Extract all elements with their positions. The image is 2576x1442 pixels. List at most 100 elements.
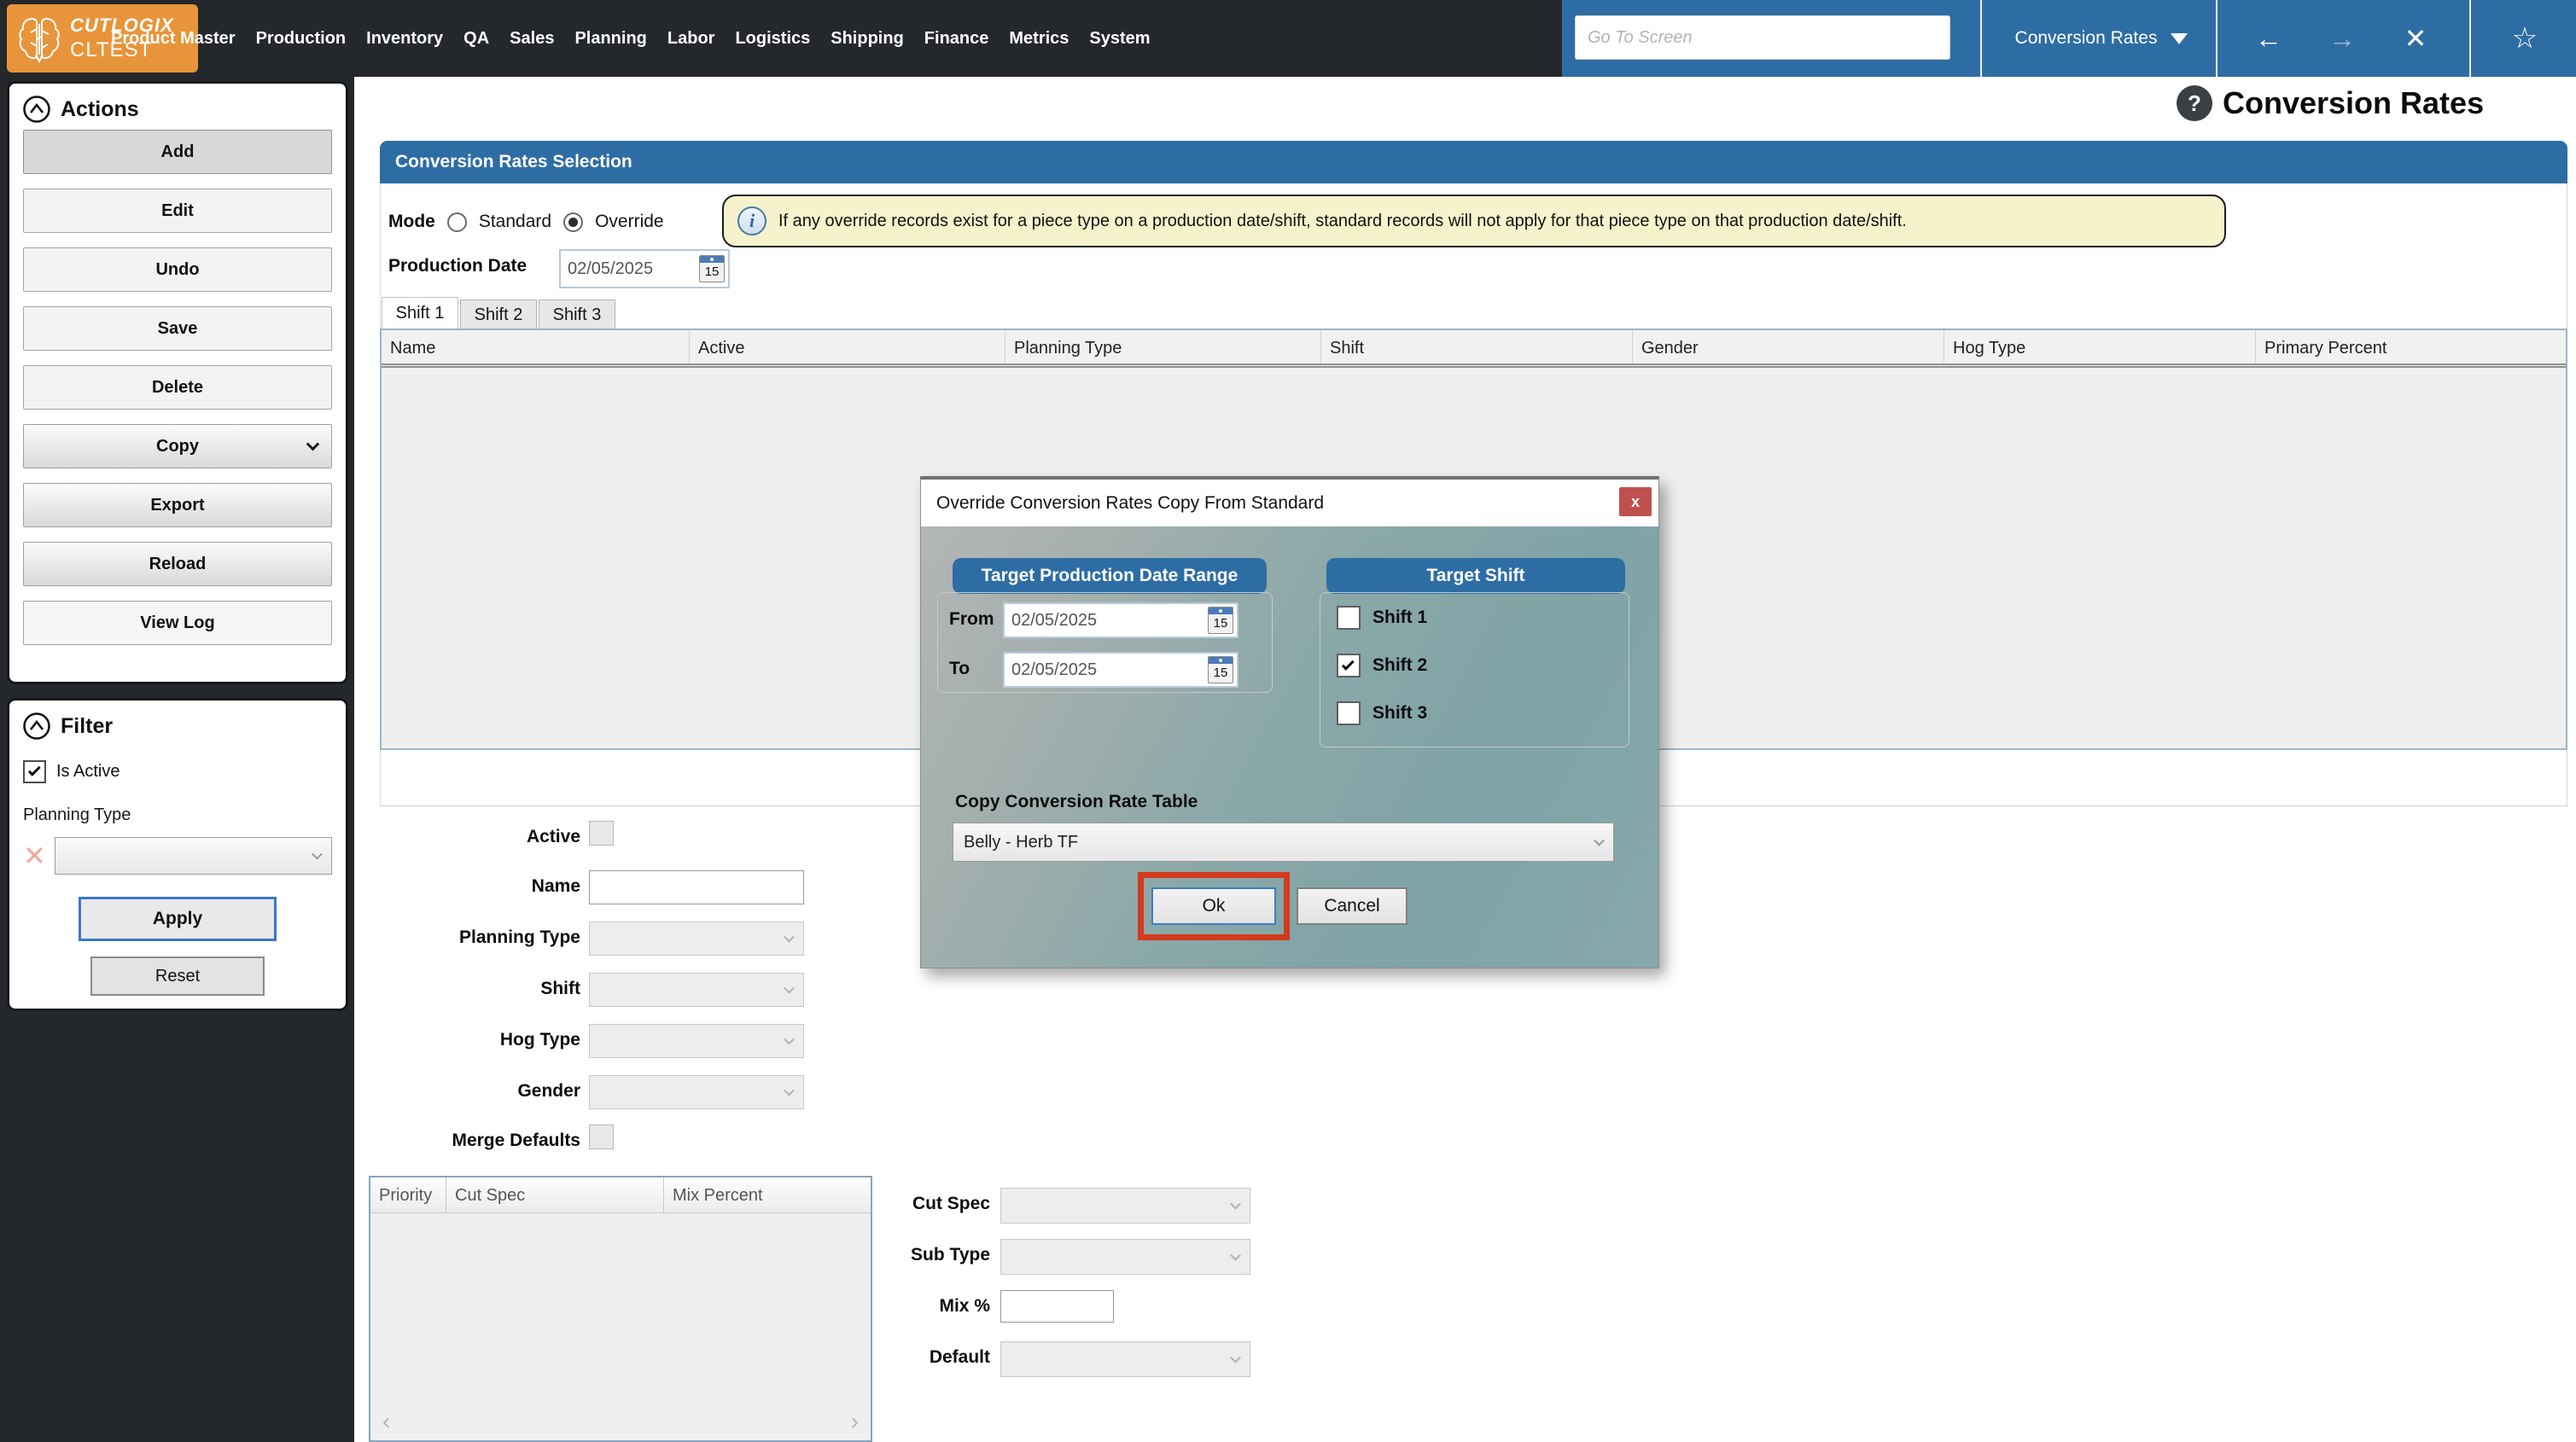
- mix-column-cut-spec[interactable]: Cut Spec: [446, 1177, 663, 1212]
- mode-standard-radio[interactable]: [446, 212, 467, 232]
- from-label: From: [949, 609, 994, 629]
- shift-tabs: Shift 1 Shift 2 Shift 3: [382, 297, 615, 329]
- screen-selector-value: Conversion Rates: [2014, 28, 2158, 48]
- mix-column-priority[interactable]: Priority: [370, 1177, 446, 1212]
- menu-item-logistics[interactable]: Logistics: [735, 29, 810, 49]
- menu-item-metrics[interactable]: Metrics: [1009, 29, 1069, 49]
- chevron-down-icon: [306, 437, 320, 451]
- tab-shift-1[interactable]: Shift 1: [382, 297, 458, 329]
- shift-2-label: Shift 2: [1373, 655, 1428, 675]
- menu-item-sales[interactable]: Sales: [510, 29, 554, 49]
- undo-button[interactable]: Undo: [23, 247, 332, 292]
- back-icon[interactable]: ←: [2245, 0, 2293, 77]
- cut-spec-label: Cut Spec: [912, 1194, 990, 1213]
- override-copy-dialog: Override Conversion Rates Copy From Stan…: [920, 476, 1659, 968]
- column-header-name[interactable]: Name: [382, 330, 689, 363]
- shift-1-checkbox[interactable]: [1337, 606, 1361, 630]
- add-button[interactable]: Add: [23, 130, 332, 174]
- shift-3-checkbox[interactable]: [1337, 701, 1361, 725]
- screen-selector-dropdown[interactable]: Conversion Rates: [1989, 0, 2214, 77]
- production-date-field[interactable]: 02/05/2025 15: [559, 249, 730, 288]
- copy-table-select[interactable]: Belly - Herb TF: [953, 823, 1614, 862]
- mix-percent-input[interactable]: [1000, 1290, 1114, 1323]
- menu-item-qa[interactable]: QA: [463, 29, 489, 49]
- view-log-button[interactable]: View Log: [23, 601, 332, 645]
- apply-filter-button[interactable]: Apply: [79, 897, 277, 941]
- chevron-down-icon: [1594, 834, 1605, 846]
- export-button[interactable]: Export: [23, 483, 332, 527]
- dialog-close-button[interactable]: x: [1619, 487, 1652, 516]
- tab-shift-2[interactable]: Shift 2: [460, 299, 537, 329]
- reload-button[interactable]: Reload: [23, 542, 332, 586]
- is-active-filter[interactable]: Is Active: [23, 760, 332, 783]
- close-screen-icon[interactable]: ✕: [2392, 0, 2439, 77]
- column-header-hog-type[interactable]: Hog Type: [1944, 330, 2255, 363]
- shift-1-option[interactable]: Shift 1: [1337, 606, 1427, 630]
- delete-button[interactable]: Delete: [23, 365, 332, 410]
- grid-next-icon[interactable]: ›: [851, 1408, 859, 1435]
- shift-3-label: Shift 3: [1373, 703, 1428, 723]
- menu-item-product-master[interactable]: Product Master: [111, 29, 236, 49]
- ok-button[interactable]: Ok: [1151, 887, 1276, 925]
- column-header-planning-type[interactable]: Planning Type: [1005, 330, 1320, 363]
- filter-panel-header: Filter: [9, 701, 346, 747]
- chevron-down-icon: [1230, 1249, 1241, 1261]
- planning-type-filter-select[interactable]: [54, 837, 332, 875]
- is-active-checkbox[interactable]: [23, 760, 46, 783]
- override-info-box: i If any override records exist for a pi…: [722, 195, 2226, 247]
- table-header-row: Name Active Planning Type Shift Gender H…: [382, 330, 2566, 368]
- from-date-value: 02/05/2025: [1011, 610, 1098, 630]
- column-header-shift[interactable]: Shift: [1320, 330, 1632, 363]
- menu-item-labor[interactable]: Labor: [667, 29, 715, 49]
- help-icon[interactable]: ?: [2177, 85, 2212, 121]
- actions-panel-title: Actions: [61, 96, 139, 121]
- shift-select: [589, 973, 804, 1007]
- production-date-value: 02/05/2025: [568, 259, 654, 278]
- menu-item-inventory[interactable]: Inventory: [366, 29, 443, 49]
- collapse-chevron-icon[interactable]: [21, 711, 52, 741]
- mode-override-radio[interactable]: [563, 212, 584, 232]
- calendar-icon[interactable]: 15: [1208, 656, 1233, 683]
- dialog-title-bar[interactable]: Override Conversion Rates Copy From Stan…: [921, 480, 1658, 526]
- column-header-gender[interactable]: Gender: [1632, 330, 1944, 363]
- copy-button[interactable]: Copy: [23, 424, 332, 468]
- name-label: Name: [531, 876, 580, 896]
- copy-button-label: Copy: [156, 436, 199, 456]
- menu-item-planning[interactable]: Planning: [574, 29, 646, 49]
- edit-button[interactable]: Edit: [23, 189, 332, 233]
- mode-row: Mode Standard Override: [388, 205, 664, 239]
- forward-icon[interactable]: →: [2318, 0, 2366, 77]
- menu-item-production[interactable]: Production: [256, 29, 347, 49]
- from-date-field[interactable]: 02/05/2025 15: [1003, 602, 1238, 638]
- to-date-field[interactable]: 02/05/2025 15: [1003, 652, 1238, 688]
- checkmark-icon: [1341, 657, 1355, 671]
- calendar-icon[interactable]: 15: [1208, 607, 1233, 634]
- save-button[interactable]: Save: [23, 306, 332, 351]
- cancel-button[interactable]: Cancel: [1297, 887, 1407, 925]
- mix-grid[interactable]: Priority Cut Spec Mix Percent ‹ ›: [369, 1176, 872, 1442]
- column-header-active[interactable]: Active: [689, 330, 1005, 363]
- grid-prev-icon[interactable]: ‹: [382, 1408, 390, 1435]
- tab-shift-3[interactable]: Shift 3: [539, 299, 615, 329]
- calendar-icon[interactable]: 15: [699, 255, 725, 282]
- goto-screen-input[interactable]: [1575, 15, 1950, 60]
- reset-filter-button[interactable]: Reset: [90, 956, 265, 996]
- active-label: Active: [526, 827, 580, 846]
- app-window: CUTLOGIX CLTEST Product Master Productio…: [0, 0, 2576, 1442]
- collapse-chevron-icon[interactable]: [21, 94, 52, 125]
- menu-item-shipping[interactable]: Shipping: [830, 29, 904, 49]
- menu-item-finance[interactable]: Finance: [924, 29, 989, 49]
- favorite-star-icon[interactable]: ☆: [2501, 0, 2549, 77]
- to-date-value: 02/05/2025: [1011, 660, 1098, 679]
- clear-filter-icon[interactable]: ✕: [23, 842, 46, 869]
- target-shift-group-header: Target Shift: [1326, 558, 1625, 594]
- column-header-primary-percent[interactable]: Primary Percent: [2255, 330, 2566, 363]
- shift-2-option[interactable]: Shift 2: [1337, 654, 1427, 677]
- merge-defaults-checkbox: [589, 1125, 614, 1149]
- planning-type-select: [589, 922, 804, 956]
- shift-3-option[interactable]: Shift 3: [1337, 701, 1427, 725]
- name-input[interactable]: [589, 870, 804, 904]
- shift-2-checkbox[interactable]: [1337, 654, 1361, 677]
- selection-group-header: Conversion Rates Selection: [380, 141, 2567, 183]
- menu-item-system[interactable]: System: [1089, 29, 1150, 49]
